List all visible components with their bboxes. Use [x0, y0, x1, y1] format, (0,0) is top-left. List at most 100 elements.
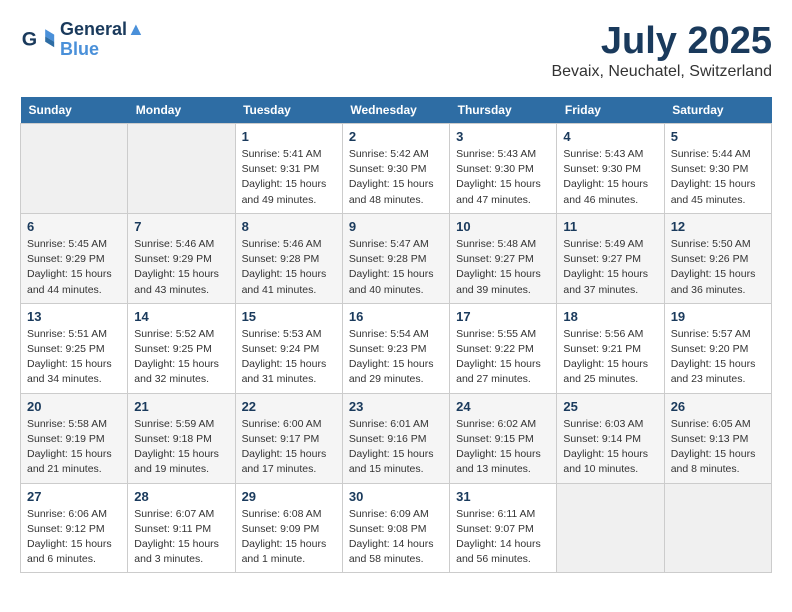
- day-info: Sunrise: 5:50 AM Sunset: 9:26 PM Dayligh…: [671, 237, 765, 298]
- calendar-cell: 1 Sunrise: 5:41 AM Sunset: 9:31 PM Daylig…: [235, 124, 342, 214]
- day-info: Sunrise: 6:01 AM Sunset: 9:16 PM Dayligh…: [349, 417, 443, 478]
- calendar-table: SundayMondayTuesdayWednesdayThursdayFrid…: [20, 97, 772, 573]
- day-info: Sunrise: 5:44 AM Sunset: 9:30 PM Dayligh…: [671, 147, 765, 208]
- day-info: Sunrise: 5:45 AM Sunset: 9:29 PM Dayligh…: [27, 237, 121, 298]
- week-row-4: 20 Sunrise: 5:58 AM Sunset: 9:19 PM Dayli…: [21, 393, 772, 483]
- subtitle: Bevaix, Neuchatel, Switzerland: [551, 63, 772, 81]
- day-info: Sunrise: 5:53 AM Sunset: 9:24 PM Dayligh…: [242, 327, 336, 388]
- week-row-1: 1 Sunrise: 5:41 AM Sunset: 9:31 PM Daylig…: [21, 124, 772, 214]
- page-header: G General▲ Blue July 2025 Bevaix, Neucha…: [20, 20, 772, 81]
- day-info: Sunrise: 5:58 AM Sunset: 9:19 PM Dayligh…: [27, 417, 121, 478]
- calendar-cell: 2Sunrise: 5:42 AM Sunset: 9:30 PM Daylig…: [342, 124, 449, 214]
- day-number: 18: [563, 309, 657, 324]
- day-info: Sunrise: 5:52 AM Sunset: 9:25 PM Dayligh…: [134, 327, 228, 388]
- day-info: Sunrise: 5:51 AM Sunset: 9:25 PM Dayligh…: [27, 327, 121, 388]
- day-info: Sunrise: 6:02 AM Sunset: 9:15 PM Dayligh…: [456, 417, 550, 478]
- day-number: 26: [671, 399, 765, 414]
- day-info: Sunrise: 6:07 AM Sunset: 9:11 PM Dayligh…: [134, 507, 228, 568]
- day-info: Sunrise: 5:54 AM Sunset: 9:23 PM Dayligh…: [349, 327, 443, 388]
- calendar-cell: 31 Sunrise: 6:11 AM Sunset: 9:07 PM Dayli…: [450, 483, 557, 573]
- day-info: Sunrise: 5:48 AM Sunset: 9:27 PM Dayligh…: [456, 237, 550, 298]
- day-info: Sunrise: 6:05 AM Sunset: 9:13 PM Dayligh…: [671, 417, 765, 478]
- calendar-cell: [21, 124, 128, 214]
- day-info: Sunrise: 5:46 AM Sunset: 9:28 PM Dayligh…: [242, 237, 336, 298]
- day-number: 20: [27, 399, 121, 414]
- logo-text: General▲ Blue: [60, 20, 145, 60]
- weekday-tuesday: Tuesday: [235, 97, 342, 124]
- calendar-cell: [128, 124, 235, 214]
- logo: G General▲ Blue: [20, 20, 145, 60]
- day-info: Sunrise: 6:09 AM Sunset: 9:08 PM Dayligh…: [349, 507, 443, 568]
- day-info: Sunrise: 6:03 AM Sunset: 9:14 PM Dayligh…: [563, 417, 657, 478]
- day-info: Sunrise: 5:49 AM Sunset: 9:27 PM Dayligh…: [563, 237, 657, 298]
- calendar-cell: 21 Sunrise: 5:59 AM Sunset: 9:18 PM Dayli…: [128, 393, 235, 483]
- week-row-2: 6 Sunrise: 5:45 AM Sunset: 9:29 PM Daylig…: [21, 213, 772, 303]
- day-number: 12: [671, 219, 765, 234]
- weekday-thursday: Thursday: [450, 97, 557, 124]
- day-info: Sunrise: 5:41 AM Sunset: 9:31 PM Dayligh…: [242, 147, 336, 208]
- day-info: Sunrise: 6:06 AM Sunset: 9:12 PM Dayligh…: [27, 507, 121, 568]
- calendar-cell: 28 Sunrise: 6:07 AM Sunset: 9:11 PM Dayli…: [128, 483, 235, 573]
- logo-icon: G: [20, 22, 56, 58]
- calendar-cell: 12 Sunrise: 5:50 AM Sunset: 9:26 PM Dayli…: [664, 213, 771, 303]
- day-number: 22: [242, 399, 336, 414]
- weekday-sunday: Sunday: [21, 97, 128, 124]
- day-number: 23: [349, 399, 443, 414]
- weekday-wednesday: Wednesday: [342, 97, 449, 124]
- day-number: 6: [27, 219, 121, 234]
- calendar-cell: 20 Sunrise: 5:58 AM Sunset: 9:19 PM Dayli…: [21, 393, 128, 483]
- svg-text:G: G: [22, 28, 37, 50]
- title-block: July 2025 Bevaix, Neuchatel, Switzerland: [551, 20, 772, 81]
- day-number: 31: [456, 489, 550, 504]
- calendar-cell: 3 Sunrise: 5:43 AM Sunset: 9:30 PM Daylig…: [450, 124, 557, 214]
- day-number: 15: [242, 309, 336, 324]
- calendar-cell: 14 Sunrise: 5:52 AM Sunset: 9:25 PM Dayli…: [128, 303, 235, 393]
- calendar-cell: 26 Sunrise: 6:05 AM Sunset: 9:13 PM Dayli…: [664, 393, 771, 483]
- day-number: 17: [456, 309, 550, 324]
- day-info: Sunrise: 5:42 AM Sunset: 9:30 PM Dayligh…: [349, 147, 443, 208]
- day-number: 3: [456, 129, 550, 144]
- day-info: Sunrise: 5:59 AM Sunset: 9:18 PM Dayligh…: [134, 417, 228, 478]
- day-number: 5: [671, 129, 765, 144]
- day-number: 24: [456, 399, 550, 414]
- day-number: 13: [27, 309, 121, 324]
- day-number: 14: [134, 309, 228, 324]
- day-number: 28: [134, 489, 228, 504]
- day-info: Sunrise: 5:46 AM Sunset: 9:29 PM Dayligh…: [134, 237, 228, 298]
- day-number: 10: [456, 219, 550, 234]
- day-info: Sunrise: 5:43 AM Sunset: 9:30 PM Dayligh…: [456, 147, 550, 208]
- day-number: 4: [563, 129, 657, 144]
- calendar-cell: 15 Sunrise: 5:53 AM Sunset: 9:24 PM Dayli…: [235, 303, 342, 393]
- day-info: Sunrise: 5:43 AM Sunset: 9:30 PM Dayligh…: [563, 147, 657, 208]
- day-number: 21: [134, 399, 228, 414]
- main-title: July 2025: [551, 20, 772, 63]
- calendar-cell: 22 Sunrise: 6:00 AM Sunset: 9:17 PM Dayli…: [235, 393, 342, 483]
- calendar-cell: 16Sunrise: 5:54 AM Sunset: 9:23 PM Dayli…: [342, 303, 449, 393]
- calendar-body: 1 Sunrise: 5:41 AM Sunset: 9:31 PM Daylig…: [21, 124, 772, 573]
- weekday-friday: Friday: [557, 97, 664, 124]
- day-number: 25: [563, 399, 657, 414]
- calendar-cell: 4 Sunrise: 5:43 AM Sunset: 9:30 PM Daylig…: [557, 124, 664, 214]
- weekday-saturday: Saturday: [664, 97, 771, 124]
- calendar-cell: 11Sunrise: 5:49 AM Sunset: 9:27 PM Dayli…: [557, 213, 664, 303]
- day-number: 30: [349, 489, 443, 504]
- day-number: 1: [242, 129, 336, 144]
- calendar-cell: 10 Sunrise: 5:48 AM Sunset: 9:27 PM Dayli…: [450, 213, 557, 303]
- calendar-cell: 19Sunrise: 5:57 AM Sunset: 9:20 PM Dayli…: [664, 303, 771, 393]
- day-number: 9: [349, 219, 443, 234]
- calendar-cell: 8Sunrise: 5:46 AM Sunset: 9:28 PM Daylig…: [235, 213, 342, 303]
- day-info: Sunrise: 5:56 AM Sunset: 9:21 PM Dayligh…: [563, 327, 657, 388]
- week-row-3: 13 Sunrise: 5:51 AM Sunset: 9:25 PM Dayli…: [21, 303, 772, 393]
- week-row-5: 27 Sunrise: 6:06 AM Sunset: 9:12 PM Dayli…: [21, 483, 772, 573]
- day-number: 7: [134, 219, 228, 234]
- calendar-cell: [557, 483, 664, 573]
- day-number: 29: [242, 489, 336, 504]
- day-number: 27: [27, 489, 121, 504]
- day-info: Sunrise: 6:00 AM Sunset: 9:17 PM Dayligh…: [242, 417, 336, 478]
- weekday-header-row: SundayMondayTuesdayWednesdayThursdayFrid…: [21, 97, 772, 124]
- calendar-cell: 29Sunrise: 6:08 AM Sunset: 9:09 PM Dayli…: [235, 483, 342, 573]
- calendar-cell: 23 Sunrise: 6:01 AM Sunset: 9:16 PM Dayli…: [342, 393, 449, 483]
- calendar-cell: 7 Sunrise: 5:46 AM Sunset: 9:29 PM Daylig…: [128, 213, 235, 303]
- calendar-cell: 30 Sunrise: 6:09 AM Sunset: 9:08 PM Dayli…: [342, 483, 449, 573]
- day-info: Sunrise: 6:11 AM Sunset: 9:07 PM Dayligh…: [456, 507, 550, 568]
